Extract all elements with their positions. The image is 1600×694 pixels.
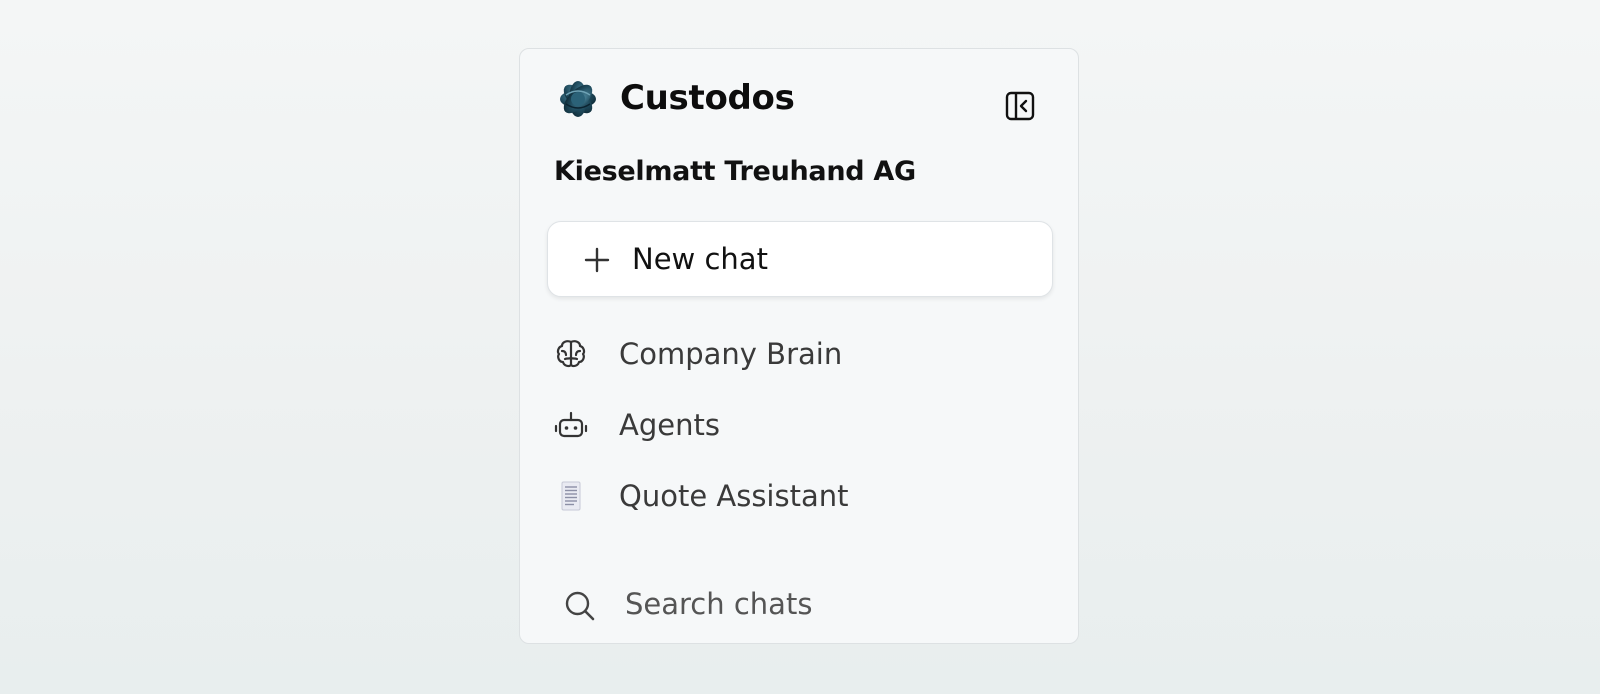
new-chat-label: New chat xyxy=(632,242,768,276)
nav-item-agents[interactable]: Agents xyxy=(547,395,1053,455)
organization-name: Kieselmatt Treuhand AG xyxy=(554,156,916,187)
sidebar-collapse-icon xyxy=(1005,91,1035,121)
nav-item-quote-assistant[interactable]: Quote Assistant xyxy=(547,466,1053,526)
sidebar-collapse-button[interactable] xyxy=(1003,89,1037,123)
sidebar: Custodos Kieselmatt Treuhand AG New chat xyxy=(519,48,1079,644)
search-chats-label: Search chats xyxy=(625,587,813,621)
nav-item-label: Agents xyxy=(619,408,720,442)
app-name: Custodos xyxy=(620,78,795,118)
robot-icon xyxy=(554,411,588,438)
search-icon xyxy=(565,591,595,621)
nav-item-company-brain[interactable]: Company Brain xyxy=(547,324,1053,384)
search-chats-button[interactable]: Search chats xyxy=(547,579,1053,629)
brain-icon xyxy=(556,340,586,368)
plus-icon xyxy=(584,247,610,273)
new-chat-button[interactable]: New chat xyxy=(547,221,1053,297)
nav-item-label: Quote Assistant xyxy=(619,479,849,513)
nav-item-label: Company Brain xyxy=(619,337,843,371)
custodos-logo-icon xyxy=(557,78,599,120)
document-icon xyxy=(561,481,581,511)
